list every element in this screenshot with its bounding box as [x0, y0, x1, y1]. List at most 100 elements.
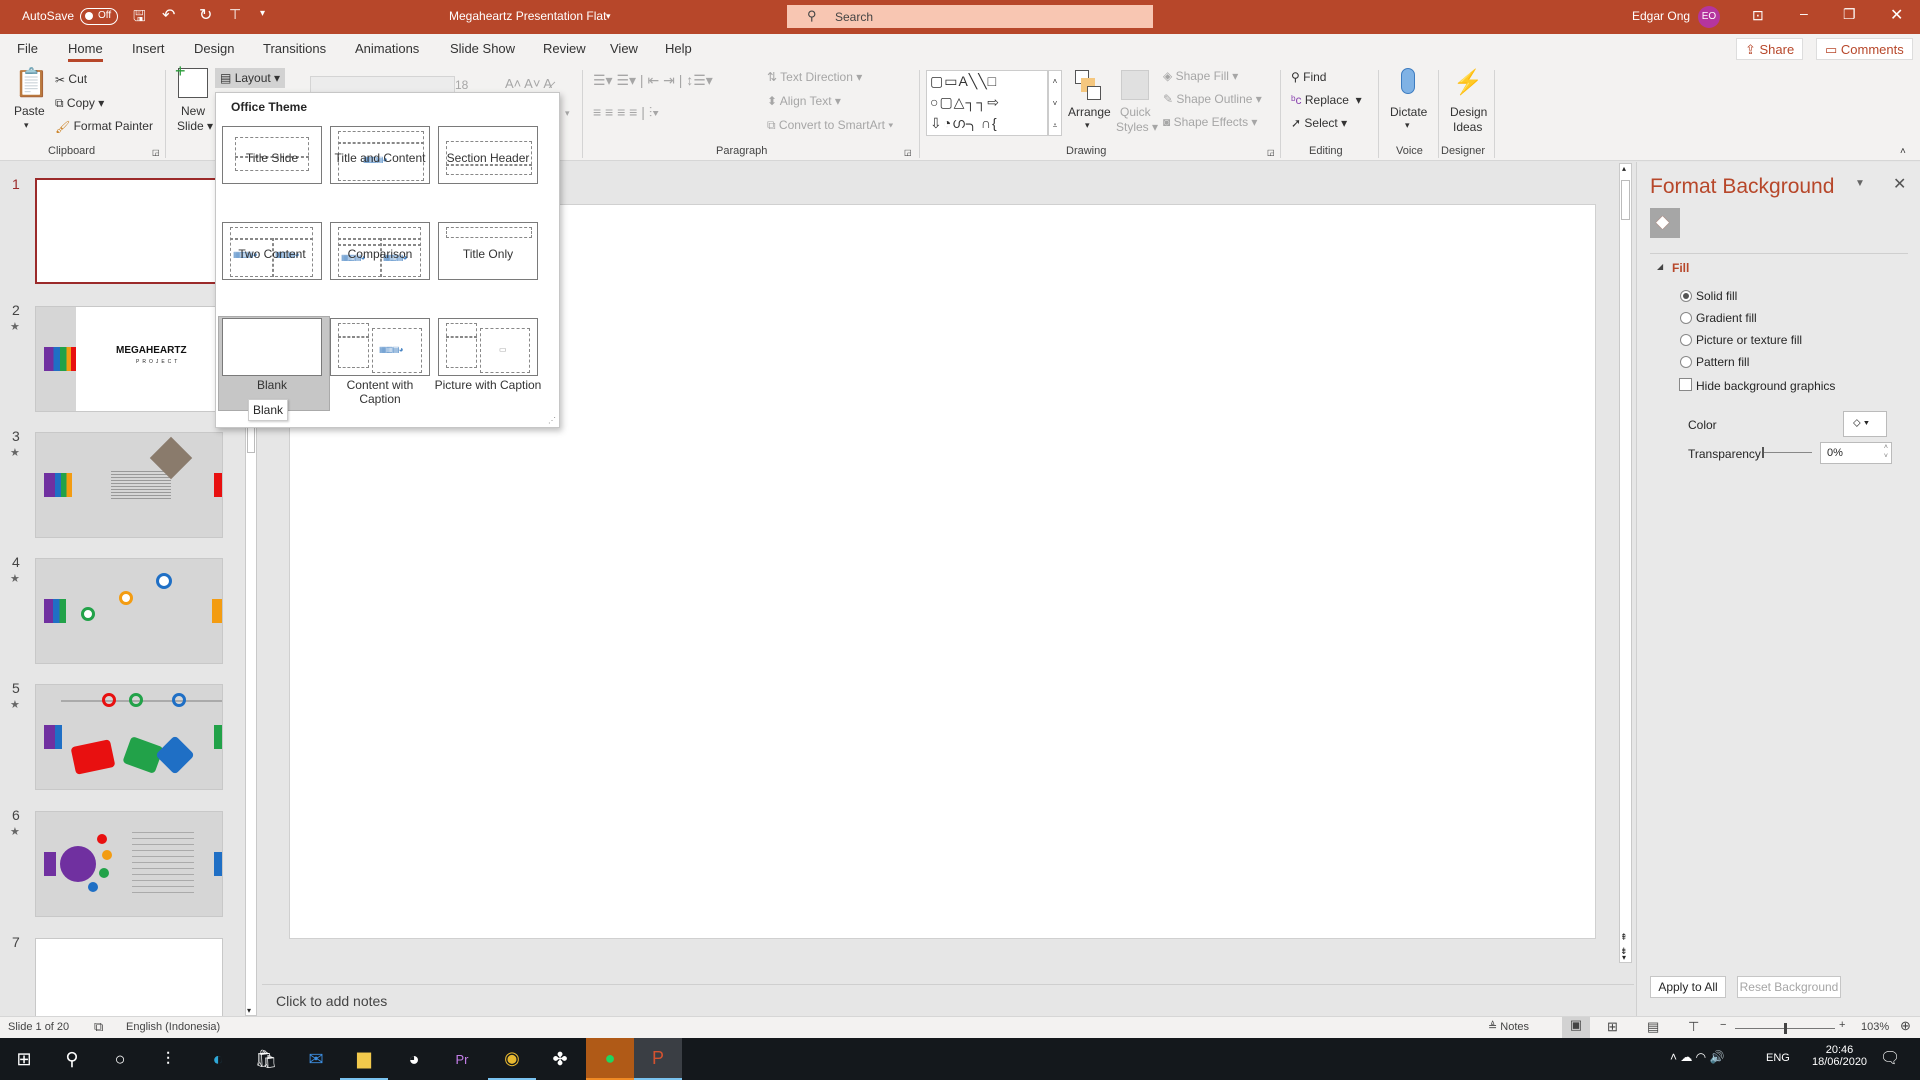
minimize-icon[interactable]: – [1800, 5, 1808, 21]
arrange-icon[interactable] [1075, 70, 1103, 104]
document-title[interactable]: Megaheartz Presentation Flat [449, 9, 606, 23]
design-ideas-icon[interactable]: ⚡ [1453, 68, 1483, 97]
notifications-icon[interactable]: 🗨 [1880, 1048, 1900, 1068]
find-button[interactable]: ⚲ Find [1291, 70, 1326, 84]
paste-chevron-icon[interactable]: ▾ [24, 120, 29, 131]
slide-scrollbar[interactable]: ▴ ▾ [1619, 163, 1632, 963]
language-indicator[interactable]: ENG [1766, 1052, 1790, 1064]
file-explorer-icon[interactable]: ▆ [340, 1038, 388, 1080]
powerpoint-icon[interactable]: P [634, 1038, 682, 1080]
transparency-input[interactable]: 0% ˄ ˅ [1820, 442, 1892, 464]
spinner-icon[interactable]: ˄ ˅ [1884, 443, 1888, 461]
slide-thumbnail-5[interactable] [35, 684, 223, 790]
notes-button[interactable]: ≜ Notes [1488, 1020, 1529, 1033]
picture-fill-radio[interactable] [1680, 334, 1692, 346]
pattern-fill-radio[interactable] [1680, 356, 1692, 368]
font-grow-shrink-icons[interactable]: A˄ A˅ A̷ [505, 76, 552, 91]
dictate-chevron-icon[interactable]: ▾ [1405, 120, 1410, 131]
tab-insert[interactable]: Insert [132, 41, 165, 56]
notes-pane[interactable]: Click to add notes [262, 984, 1634, 1016]
pattern-fill-label[interactable]: Pattern fill [1696, 355, 1749, 369]
resize-grip-icon[interactable]: ⋰ [548, 416, 556, 425]
slide-thumbnail-2[interactable]: MEGAHEARTZ PROJECT [35, 306, 223, 412]
new-slide-button[interactable]: New [181, 104, 205, 118]
comments-button[interactable]: ▭ Comments [1816, 38, 1913, 60]
format-painter-button[interactable]: 🖌 Format Painter [55, 119, 153, 134]
tab-transitions[interactable]: Transitions [263, 41, 326, 56]
avatar[interactable]: EO [1698, 6, 1720, 28]
design-ideas-button[interactable]: Design [1450, 105, 1487, 119]
system-tray-icons[interactable]: ˄ ☁ ◠ 🔊 [1670, 1050, 1724, 1064]
language-indicator[interactable]: English (Indonesia) [126, 1021, 220, 1033]
restore-icon[interactable]: ❐ [1843, 6, 1856, 23]
scroll-down-icon[interactable]: ▾ [247, 1006, 251, 1015]
edge-icon[interactable]: ◐ [194, 1038, 242, 1080]
fill-section-header[interactable]: Fill [1672, 261, 1689, 275]
share-button[interactable]: ⇪ Share [1736, 38, 1804, 60]
bullets-icon[interactable]: ☰▾ ☰▾ | ⇤ ⇥ | ↕☰▾ [593, 72, 713, 89]
zoom-out-icon[interactable]: − [1720, 1019, 1726, 1031]
slideshow-view-icon[interactable]: ⊤ [1688, 1019, 1699, 1035]
paste-button[interactable]: Paste [14, 104, 45, 118]
clock[interactable]: 20:46 18/06/2020 [1812, 1044, 1867, 1068]
new-slide-label-2[interactable]: Slide ▾ [177, 119, 213, 133]
steam-icon[interactable]: ◕ [390, 1038, 438, 1080]
paste-icon[interactable]: 📋 [14, 66, 49, 99]
solid-fill-label[interactable]: Solid fill [1696, 289, 1737, 303]
hide-bg-graphics-label[interactable]: Hide background graphics [1696, 379, 1835, 393]
zoom-slider[interactable] [1735, 1023, 1835, 1034]
align-icons[interactable]: ≡ ≡ ≡ ≡ | ⫶▾ [593, 104, 659, 121]
fit-to-window-icon[interactable]: ⊕ [1900, 1018, 1911, 1034]
collapse-ribbon-icon[interactable]: ˄ [1900, 146, 1906, 157]
tab-animations[interactable]: Animations [355, 41, 419, 56]
slide-thumbnail-3[interactable] [35, 432, 223, 538]
slide-scroll-thumb[interactable] [1621, 180, 1630, 220]
save-icon[interactable]: 🖫 [133, 6, 146, 31]
solid-fill-radio[interactable] [1680, 290, 1692, 302]
tab-help[interactable]: Help [665, 41, 692, 56]
store-icon[interactable]: 🛍 [242, 1038, 290, 1080]
layout-button[interactable]: ▤ Layout ▾ [215, 68, 286, 88]
close-icon[interactable]: ✕ [1890, 5, 1903, 25]
tab-home[interactable]: Home [68, 41, 103, 62]
gradient-fill-radio[interactable] [1680, 312, 1692, 324]
undo-icon[interactable]: ↶ [162, 5, 175, 25]
quick-styles-button[interactable]: Quick [1120, 105, 1151, 119]
convert-smartart-button[interactable]: ⧉ Convert to SmartArt ▾ [767, 118, 893, 133]
notes-placeholder[interactable]: Click to add notes [276, 993, 387, 1009]
apply-to-all-button[interactable]: Apply to All [1650, 976, 1726, 998]
slide-thumbnail-6[interactable] [35, 811, 223, 917]
shape-fill-button[interactable]: ◈ Shape Fill ▾ [1163, 69, 1238, 83]
gradient-fill-label[interactable]: Gradient fill [1696, 311, 1757, 325]
tab-design[interactable]: Design [194, 41, 234, 56]
spell-check-icon[interactable]: ⧉ [94, 1019, 103, 1035]
tab-slide-show[interactable]: Slide Show [450, 41, 515, 56]
slide-sorter-icon[interactable]: ⊞ [1607, 1019, 1618, 1035]
layout-picture-with-caption[interactable]: ▭ [438, 318, 538, 376]
ribbon-display-icon[interactable]: ⊡ [1752, 7, 1764, 24]
task-view-icon[interactable]: ⫶ [144, 1038, 192, 1080]
section-collapse-icon[interactable]: ◢ [1657, 262, 1663, 271]
zoom-slider-thumb[interactable] [1784, 1023, 1787, 1034]
new-slide-icon[interactable]: + [175, 61, 208, 98]
present-icon[interactable]: ⊤ [229, 6, 241, 23]
dictate-button[interactable]: Dictate [1390, 105, 1427, 119]
reset-background-button[interactable]: Reset Background [1737, 976, 1841, 998]
design-ideas-label[interactable]: Ideas [1453, 120, 1482, 134]
font-chevron-icon[interactable]: ▾ [565, 108, 570, 119]
slide-thumbnail-1[interactable] [35, 178, 223, 284]
quick-styles-label-2[interactable]: Styles ▾ [1116, 120, 1158, 134]
layout-blank[interactable] [222, 318, 322, 376]
shapes-gallery[interactable]: ▢▭A╲╲□ ○▢△┐┐⇨ ⇩◔ഗ╮∩{ [926, 70, 1048, 136]
pane-close-icon[interactable]: ✕ [1893, 174, 1906, 194]
user-name[interactable]: Edgar Ong [1632, 9, 1690, 23]
shape-outline-button[interactable]: ✎ Shape Outline ▾ [1163, 92, 1262, 106]
picture-fill-label[interactable]: Picture or texture fill [1696, 333, 1802, 347]
start-icon[interactable]: ⊞ [0, 1038, 48, 1080]
normal-view-icon[interactable]: ▣ [1562, 1017, 1590, 1038]
hide-bg-graphics-checkbox[interactable] [1679, 378, 1692, 391]
font-size-field[interactable]: 18 [455, 78, 468, 92]
search-icon[interactable]: ⚲ [48, 1038, 96, 1080]
layout-content-with-caption[interactable]: ▦▥▤◕ [330, 318, 430, 376]
prev-next-slide-icons[interactable]: ⇞ ⇟ [1620, 930, 1628, 958]
